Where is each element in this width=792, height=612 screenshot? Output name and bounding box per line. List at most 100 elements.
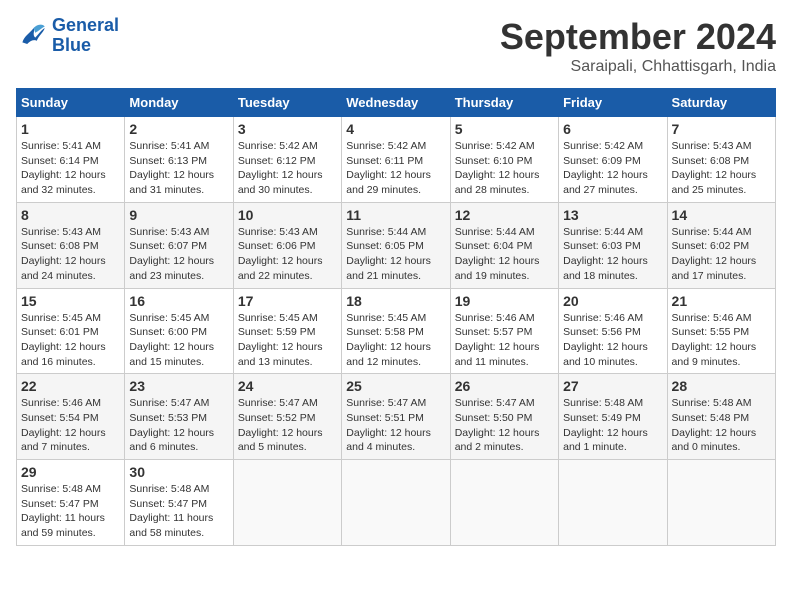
col-header-monday: Monday [125, 89, 233, 117]
day-info: Sunrise: 5:46 AM Sunset: 5:57 PM Dayligh… [455, 311, 554, 370]
day-number: 29 [21, 464, 120, 480]
day-number: 1 [21, 121, 120, 137]
day-number: 2 [129, 121, 228, 137]
calendar-week-3: 15 Sunrise: 5:45 AM Sunset: 6:01 PM Dayli… [17, 288, 776, 374]
day-info: Sunrise: 5:43 AM Sunset: 6:08 PM Dayligh… [21, 225, 120, 284]
day-number: 7 [672, 121, 771, 137]
day-info: Sunrise: 5:46 AM Sunset: 5:55 PM Dayligh… [672, 311, 771, 370]
calendar-cell: 14 Sunrise: 5:44 AM Sunset: 6:02 PM Dayli… [667, 202, 775, 288]
logo-icon [16, 20, 48, 52]
col-header-sunday: Sunday [17, 89, 125, 117]
day-number: 8 [21, 207, 120, 223]
calendar-cell: 20 Sunrise: 5:46 AM Sunset: 5:56 PM Dayli… [559, 288, 667, 374]
calendar-cell [342, 460, 450, 546]
day-info: Sunrise: 5:45 AM Sunset: 5:59 PM Dayligh… [238, 311, 337, 370]
day-number: 10 [238, 207, 337, 223]
calendar-cell [559, 460, 667, 546]
day-number: 16 [129, 293, 228, 309]
calendar-cell: 17Sunrise: 5:45 AM Sunset: 5:59 PM Dayli… [233, 288, 341, 374]
day-info: Sunrise: 5:41 AM Sunset: 6:13 PM Dayligh… [129, 139, 228, 198]
calendar-cell: 29 Sunrise: 5:48 AM Sunset: 5:47 PM Dayli… [17, 460, 125, 546]
day-info: Sunrise: 5:44 AM Sunset: 6:04 PM Dayligh… [455, 225, 554, 284]
calendar-cell: 21 Sunrise: 5:46 AM Sunset: 5:55 PM Dayli… [667, 288, 775, 374]
day-info: Sunrise: 5:47 AM Sunset: 5:52 PM Dayligh… [238, 396, 337, 455]
calendar-cell: 12 Sunrise: 5:44 AM Sunset: 6:04 PM Dayli… [450, 202, 558, 288]
day-number: 27 [563, 378, 662, 394]
calendar-cell [667, 460, 775, 546]
day-number: 26 [455, 378, 554, 394]
day-number: 5 [455, 121, 554, 137]
calendar-cell: 2 Sunrise: 5:41 AM Sunset: 6:13 PM Daylig… [125, 117, 233, 203]
day-number: 23 [129, 378, 228, 394]
day-number: 11 [346, 207, 445, 223]
calendar-cell: 18Sunrise: 5:45 AM Sunset: 5:58 PM Dayli… [342, 288, 450, 374]
day-info: Sunrise: 5:44 AM Sunset: 6:05 PM Dayligh… [346, 225, 445, 284]
calendar-cell: 4 Sunrise: 5:42 AM Sunset: 6:11 PM Daylig… [342, 117, 450, 203]
day-number: 14 [672, 207, 771, 223]
day-info: Sunrise: 5:42 AM Sunset: 6:10 PM Dayligh… [455, 139, 554, 198]
day-info: Sunrise: 5:43 AM Sunset: 6:06 PM Dayligh… [238, 225, 337, 284]
day-number: 12 [455, 207, 554, 223]
day-number: 22 [21, 378, 120, 394]
logo-text: General Blue [52, 16, 119, 56]
logo: General Blue [16, 16, 119, 56]
day-info: Sunrise: 5:48 AM Sunset: 5:48 PM Dayligh… [672, 396, 771, 455]
day-info: Sunrise: 5:47 AM Sunset: 5:51 PM Dayligh… [346, 396, 445, 455]
col-header-friday: Friday [559, 89, 667, 117]
calendar-cell [233, 460, 341, 546]
day-number: 20 [563, 293, 662, 309]
day-info: Sunrise: 5:44 AM Sunset: 6:03 PM Dayligh… [563, 225, 662, 284]
day-info: Sunrise: 5:46 AM Sunset: 5:54 PM Dayligh… [21, 396, 120, 455]
calendar-cell [450, 460, 558, 546]
calendar-cell: 16 Sunrise: 5:45 AM Sunset: 6:00 PM Dayli… [125, 288, 233, 374]
day-info: Sunrise: 5:47 AM Sunset: 5:53 PM Dayligh… [129, 396, 228, 455]
day-number: 28 [672, 378, 771, 394]
day-number: 13 [563, 207, 662, 223]
day-info: Sunrise: 5:45 AM Sunset: 6:00 PM Dayligh… [129, 311, 228, 370]
day-info: Sunrise: 5:45 AM Sunset: 5:58 PM Dayligh… [346, 311, 445, 370]
day-number: 25 [346, 378, 445, 394]
col-header-wednesday: Wednesday [342, 89, 450, 117]
calendar-cell: 19Sunrise: 5:46 AM Sunset: 5:57 PM Dayli… [450, 288, 558, 374]
day-info: Sunrise: 5:46 AM Sunset: 5:56 PM Dayligh… [563, 311, 662, 370]
calendar-cell: 23 Sunrise: 5:47 AM Sunset: 5:53 PM Dayli… [125, 374, 233, 460]
col-header-thursday: Thursday [450, 89, 558, 117]
day-info: Sunrise: 5:48 AM Sunset: 5:47 PM Dayligh… [21, 482, 120, 541]
calendar-cell: 26 Sunrise: 5:47 AM Sunset: 5:50 PM Dayli… [450, 374, 558, 460]
day-number: 24 [238, 378, 337, 394]
day-number: 3 [238, 121, 337, 137]
day-info: Sunrise: 5:48 AM Sunset: 5:49 PM Dayligh… [563, 396, 662, 455]
calendar-cell: 30Sunrise: 5:48 AM Sunset: 5:47 PM Dayli… [125, 460, 233, 546]
calendar-cell: 15 Sunrise: 5:45 AM Sunset: 6:01 PM Dayli… [17, 288, 125, 374]
col-header-tuesday: Tuesday [233, 89, 341, 117]
calendar-cell: 5 Sunrise: 5:42 AM Sunset: 6:10 PM Daylig… [450, 117, 558, 203]
calendar-cell: 13 Sunrise: 5:44 AM Sunset: 6:03 PM Dayli… [559, 202, 667, 288]
day-info: Sunrise: 5:48 AM Sunset: 5:47 PM Dayligh… [129, 482, 228, 541]
calendar-week-5: 29 Sunrise: 5:48 AM Sunset: 5:47 PM Dayli… [17, 460, 776, 546]
day-number: 6 [563, 121, 662, 137]
day-number: 9 [129, 207, 228, 223]
calendar-cell: 6Sunrise: 5:42 AM Sunset: 6:09 PM Daylig… [559, 117, 667, 203]
page-header: General Blue September 2024 Saraipali, C… [16, 16, 776, 76]
day-info: Sunrise: 5:43 AM Sunset: 6:07 PM Dayligh… [129, 225, 228, 284]
month-title: September 2024 [500, 16, 776, 58]
calendar-cell: 3Sunrise: 5:42 AM Sunset: 6:12 PM Daylig… [233, 117, 341, 203]
day-info: Sunrise: 5:47 AM Sunset: 5:50 PM Dayligh… [455, 396, 554, 455]
day-number: 4 [346, 121, 445, 137]
calendar-cell: 1Sunrise: 5:41 AM Sunset: 6:14 PM Daylig… [17, 117, 125, 203]
calendar-cell: 28 Sunrise: 5:48 AM Sunset: 5:48 PM Dayli… [667, 374, 775, 460]
title-block: September 2024 Saraipali, Chhattisgarh, … [500, 16, 776, 76]
location-subtitle: Saraipali, Chhattisgarh, India [500, 58, 776, 76]
calendar-week-4: 22 Sunrise: 5:46 AM Sunset: 5:54 PM Dayli… [17, 374, 776, 460]
day-number: 15 [21, 293, 120, 309]
day-info: Sunrise: 5:44 AM Sunset: 6:02 PM Dayligh… [672, 225, 771, 284]
calendar-cell: 10 Sunrise: 5:43 AM Sunset: 6:06 PM Dayli… [233, 202, 341, 288]
day-info: Sunrise: 5:45 AM Sunset: 6:01 PM Dayligh… [21, 311, 120, 370]
day-number: 21 [672, 293, 771, 309]
calendar-table: SundayMondayTuesdayWednesdayThursdayFrid… [16, 88, 776, 546]
day-info: Sunrise: 5:42 AM Sunset: 6:11 PM Dayligh… [346, 139, 445, 198]
calendar-cell: 25 Sunrise: 5:47 AM Sunset: 5:51 PM Dayli… [342, 374, 450, 460]
calendar-header-row: SundayMondayTuesdayWednesdayThursdayFrid… [17, 89, 776, 117]
calendar-cell: 27 Sunrise: 5:48 AM Sunset: 5:49 PM Dayli… [559, 374, 667, 460]
calendar-week-1: 1Sunrise: 5:41 AM Sunset: 6:14 PM Daylig… [17, 117, 776, 203]
